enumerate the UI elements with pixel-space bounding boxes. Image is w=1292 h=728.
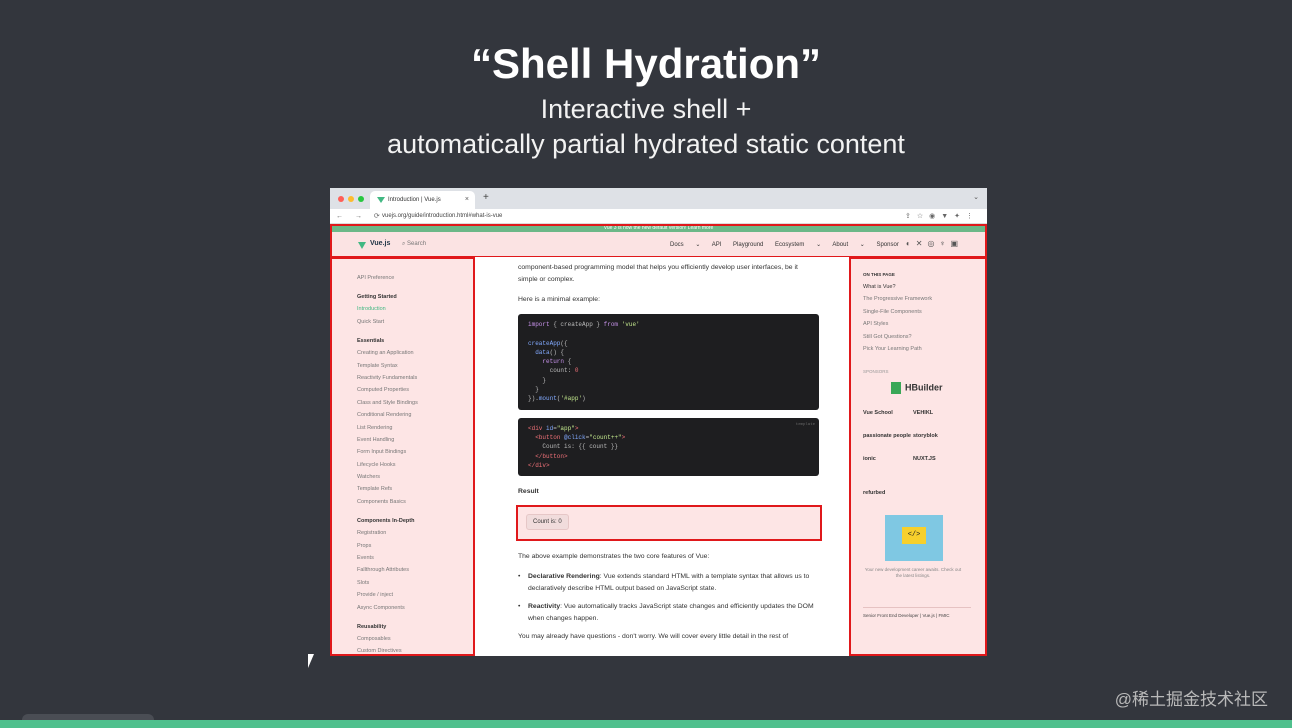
toc-item[interactable]: What is Vue? <box>863 281 985 293</box>
sidebar-item[interactable]: Events <box>357 552 473 564</box>
sponsors-header: SPONSORS <box>863 369 889 375</box>
sidebar-item[interactable]: Conditional Rendering <box>357 409 473 421</box>
navbar-highlight <box>330 224 987 258</box>
toc-header: ON THIS PAGE <box>863 272 895 277</box>
feature-text: : Vue automatically tracks JavaScript st… <box>528 603 814 623</box>
sponsor-logo[interactable]: NUXT.JS <box>913 448 963 471</box>
toc-item[interactable]: Still Got Questions? <box>863 331 985 343</box>
sidebar-item[interactable]: Components Basics <box>357 496 473 508</box>
sidebar-item[interactable]: Async Components <box>357 602 473 614</box>
slide-title: “Shell Hydration” <box>470 40 822 87</box>
ad-text[interactable]: Your new development career awaits. Chec… <box>863 567 963 579</box>
sponsor-logo[interactable] <box>913 471 963 494</box>
minimal-example-text: Here is a minimal example: <box>518 296 600 303</box>
sponsor-logo[interactable]: VEHIKL <box>913 402 963 425</box>
sidebar-group-title: Components In-Depth <box>357 518 415 525</box>
sidebar-group-title: Getting Started <box>357 294 397 301</box>
hbuilder-sponsor[interactable]: HBuilder <box>891 382 947 395</box>
sidebar-item[interactable]: Template Syntax <box>357 360 473 372</box>
intro-paragraph: component-based programming model that h… <box>518 264 798 283</box>
new-tab-icon[interactable]: + <box>483 192 489 203</box>
sidebar-item[interactable]: Provide / inject <box>357 589 473 601</box>
sidebar-group-title: Essentials <box>357 338 385 345</box>
sidebar-item[interactable]: Lifecycle Hooks <box>357 459 473 471</box>
url-field[interactable]: vuejs.org/guide/introduction.html#what-i… <box>382 213 502 219</box>
count-button[interactable]: Count is: 0 <box>526 514 569 531</box>
features-intro: The above example demonstrates the two c… <box>518 553 710 561</box>
sidebar-item[interactable]: API Preference <box>357 272 473 284</box>
sidebar-item[interactable]: Form Input Bindings <box>357 446 473 458</box>
sponsor-logo[interactable]: passionate people <box>863 425 913 448</box>
sponsor-logo[interactable]: Vue School <box>863 402 913 425</box>
sidebar-item[interactable]: List Rendering <box>357 422 473 434</box>
code-icon: </> <box>902 527 926 545</box>
sponsor-logo[interactable]: ionic <box>863 448 913 471</box>
template-code-block: template <div id="app"> <button @click="c… <box>518 417 819 477</box>
tab-list-chevron-icon[interactable]: ⌄ <box>973 193 979 201</box>
sidebar-item[interactable]: Computed Properties <box>357 384 473 396</box>
result-highlight: Count is: 0 <box>516 505 822 542</box>
features-list: Declarative Rendering: Vue extends stand… <box>518 571 819 625</box>
hbuilder-logo-icon <box>891 382 901 395</box>
sidebar-group-title: Reusability <box>357 623 387 630</box>
toc-item[interactable]: The Progressive Framework <box>863 293 985 305</box>
browser-tabbar: Introduction | Vue.js × + ⌄ <box>330 188 987 209</box>
sidebar-item[interactable]: Reactivity Fundamentals <box>357 372 473 384</box>
sidebar-item[interactable]: Introduction <box>357 303 473 315</box>
watermark: @稀土掘金技术社区 <box>1114 690 1268 709</box>
list-item: Reactivity: Vue automatically tracks Jav… <box>518 601 819 625</box>
toc-item[interactable]: Single-File Components <box>863 306 985 318</box>
vue-favicon-icon <box>377 197 385 203</box>
sidebar-item[interactable]: Watchers <box>357 471 473 483</box>
sidebar: API Preference Getting Started Introducti… <box>330 257 475 656</box>
list-item: Declarative Rendering: Vue extends stand… <box>518 571 819 595</box>
ad-image[interactable]: </> <box>885 515 943 562</box>
sidebar-item[interactable]: Creating an Application <box>357 347 473 359</box>
progress-bar[interactable] <box>0 720 1292 728</box>
sponsor-logo[interactable]: storyblok <box>913 425 963 448</box>
browser-window: Introduction | Vue.js × + ⌄ ← → ⟳ vuejs.… <box>330 188 987 656</box>
outro-paragraph: You may already have questions - don't w… <box>518 633 789 641</box>
sidebar-item[interactable]: Composables <box>357 633 473 645</box>
js-code-block: import { createApp } from 'vue' createAp… <box>518 314 819 410</box>
right-aside: ON THIS PAGE What is Vue? The Progressive… <box>849 257 987 656</box>
browser-tab[interactable]: Introduction | Vue.js × <box>370 191 475 209</box>
browser-toolbar-icons[interactable]: ⇪☆◉▼✦⋮ <box>905 212 979 220</box>
job-listing[interactable]: Senior Front End Developer | Vue.js | FM… <box>863 607 971 619</box>
sidebar-item[interactable]: Class and Style Bindings <box>357 397 473 409</box>
sidebar-item[interactable]: Custom Directives <box>357 645 473 654</box>
slide-subtitle-line1: Interactive shell + <box>540 94 752 124</box>
feature-title: Reactivity <box>528 603 561 611</box>
main-content: component-based programming model that h… <box>475 257 849 656</box>
sidebar-item[interactable]: Registration <box>357 527 473 539</box>
result-heading: Result <box>518 488 539 496</box>
sponsor-logo[interactable]: refurbed <box>863 482 913 505</box>
zoom-window-dot[interactable] <box>358 196 364 202</box>
browser-nav-icons[interactable]: ← → ⟳ <box>336 212 385 220</box>
sidebar-item[interactable]: Fallthrough Attributes <box>357 564 473 576</box>
sidebar-item[interactable]: Slots <box>357 577 473 589</box>
toc-item[interactable]: API Styles <box>863 318 985 330</box>
hbuilder-label: HBuilder <box>905 382 943 393</box>
close-tab-icon[interactable]: × <box>465 196 469 203</box>
toc-item[interactable]: Pick Your Learning Path <box>863 343 985 355</box>
feature-title: Declarative Rendering <box>528 573 600 581</box>
sidebar-item[interactable]: Event Handling <box>357 434 473 446</box>
sidebar-item[interactable]: Props <box>357 540 473 552</box>
tab-title: Introduction | Vue.js <box>388 197 441 203</box>
mouse-cursor-icon <box>308 654 314 668</box>
sidebar-item[interactable]: Quick Start <box>357 316 473 328</box>
minimize-window-dot[interactable] <box>348 196 354 202</box>
close-window-dot[interactable] <box>338 196 344 202</box>
address-bar: ← → ⟳ vuejs.org/guide/introduction.html#… <box>330 209 987 224</box>
sidebar-item[interactable]: Template Refs <box>357 483 473 495</box>
slide-subtitle-line2: automatically partial hydrated static co… <box>387 129 905 159</box>
